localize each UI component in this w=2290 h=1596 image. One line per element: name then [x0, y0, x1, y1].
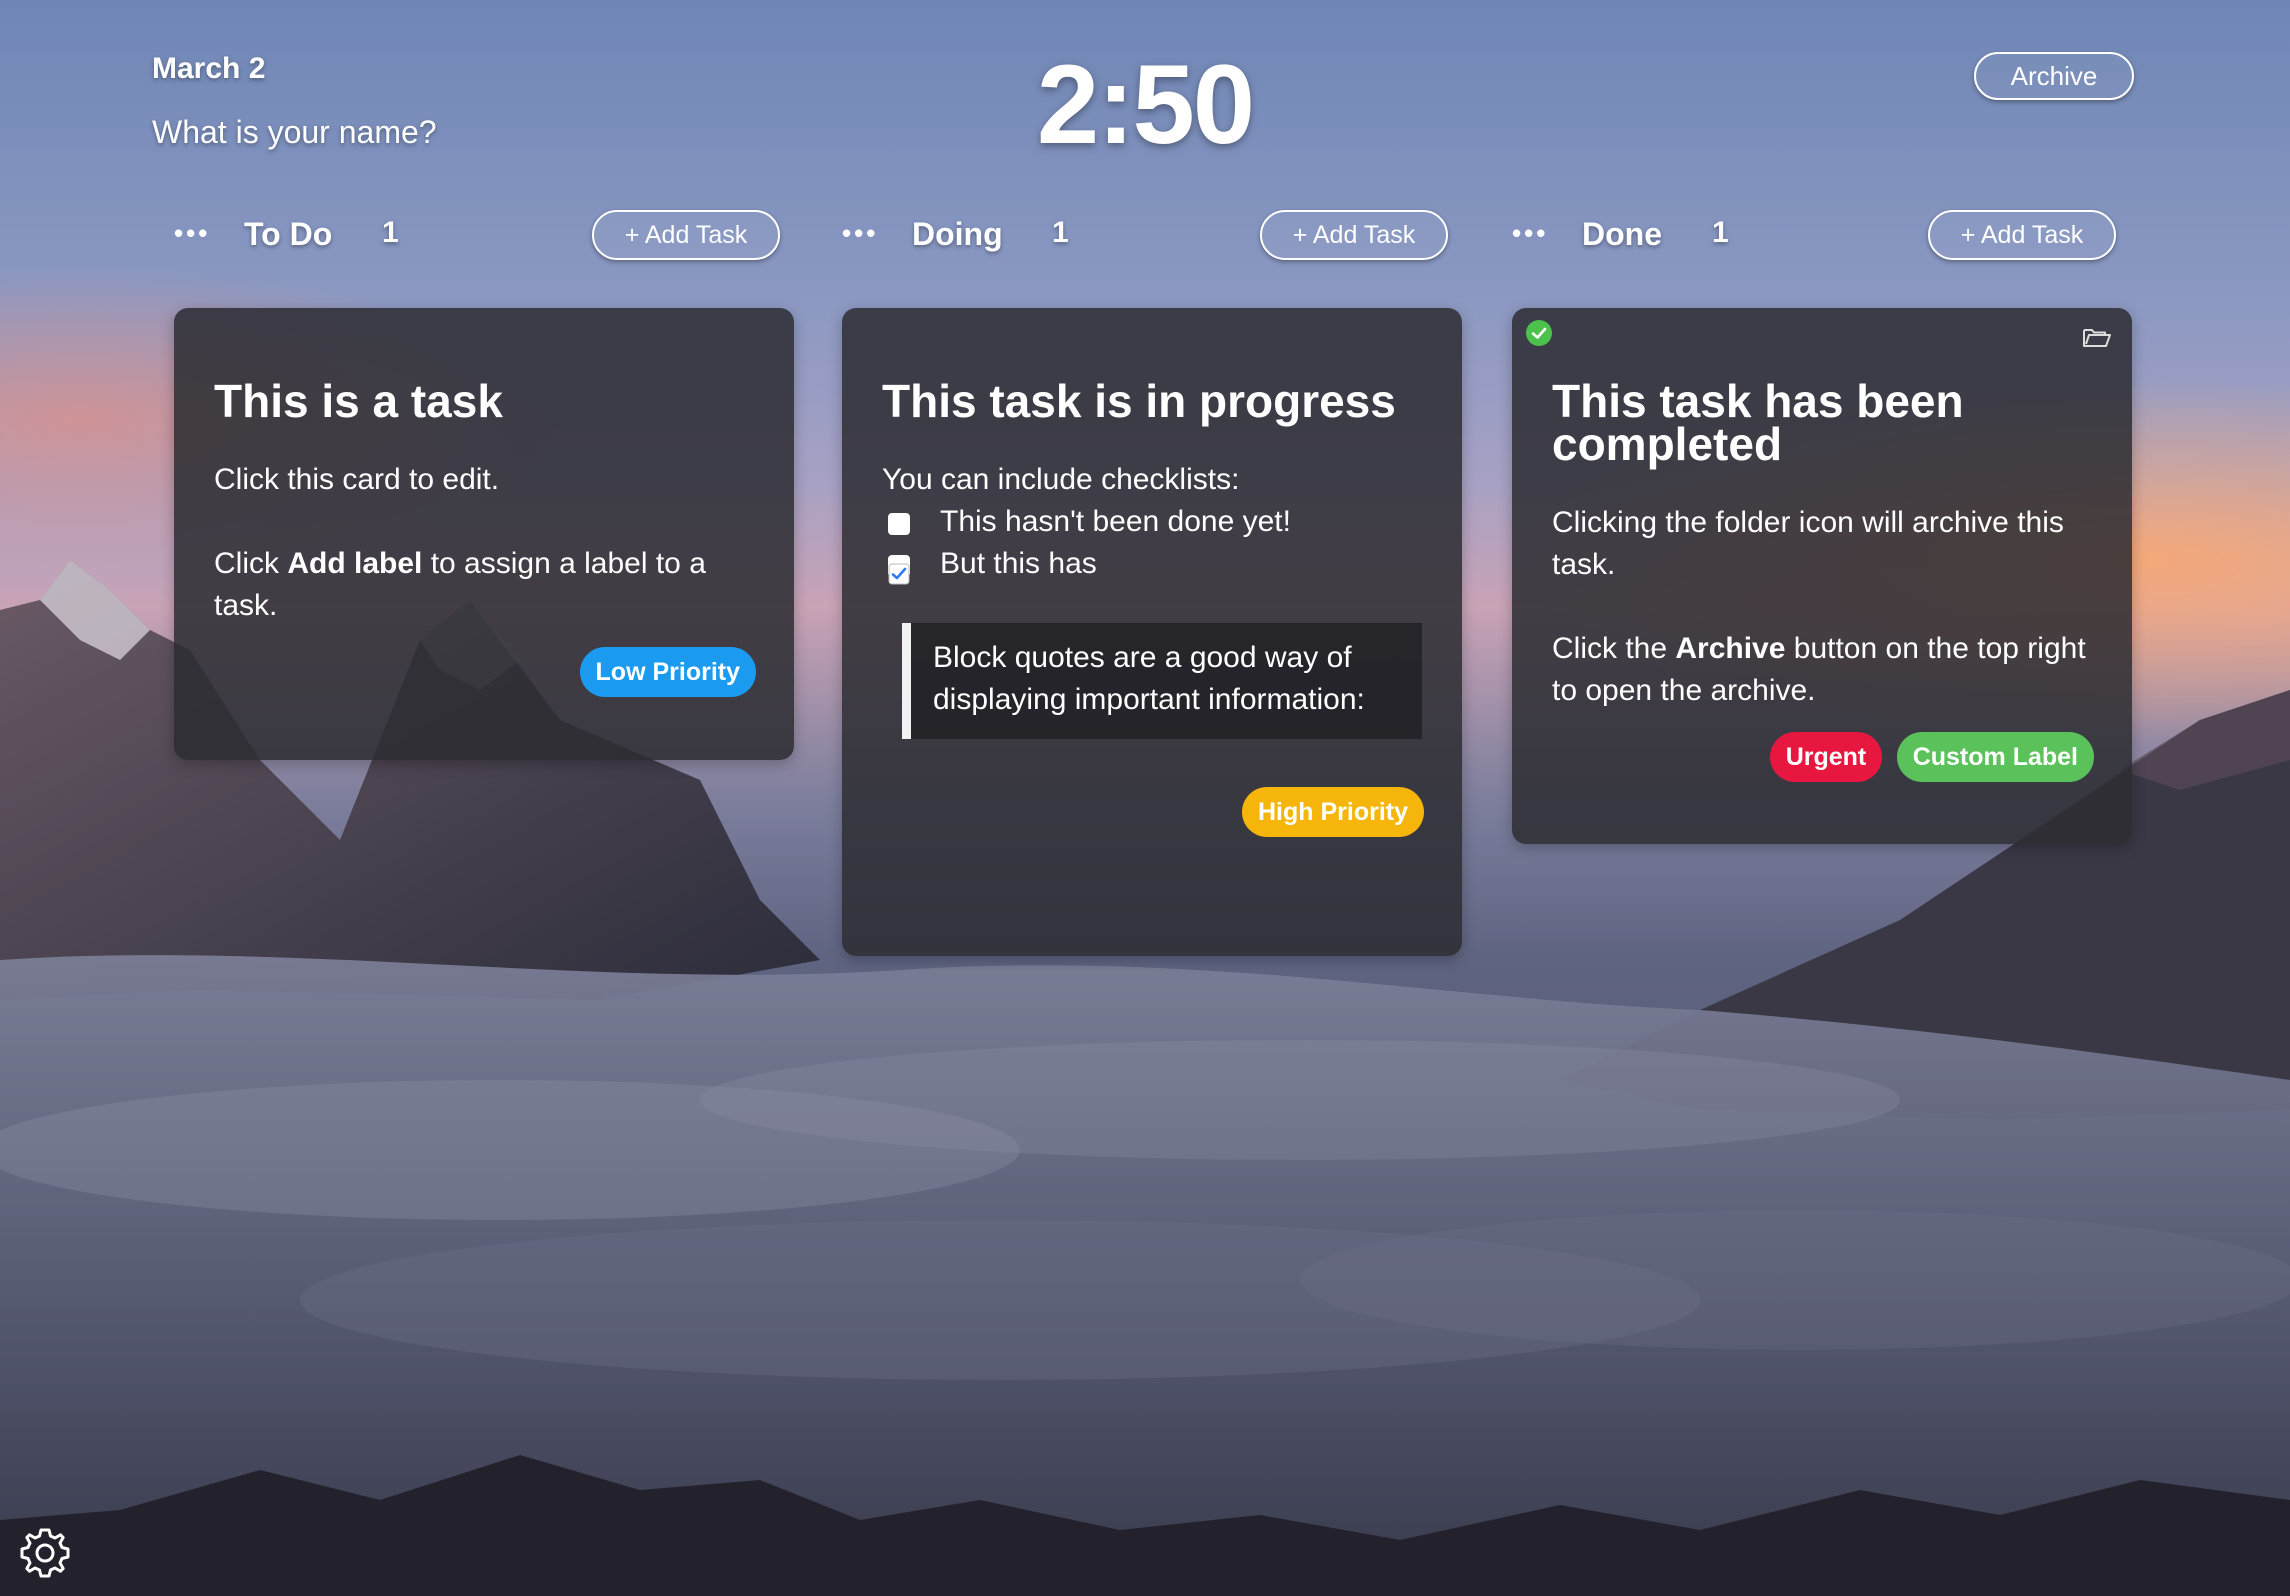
label-urgent[interactable]: Urgent: [1769, 732, 1883, 782]
add-task-button[interactable]: + Add Task: [1260, 210, 1448, 260]
card-text: Clicking the folder icon will archive th…: [1552, 506, 2064, 581]
ellipsis-icon[interactable]: •••: [1512, 218, 1548, 249]
card-title: This is a task: [214, 375, 503, 427]
task-card-todo[interactable]: This is a task Click this card to edit. …: [174, 308, 794, 760]
gear-icon[interactable]: [18, 1526, 72, 1580]
checklist-item[interactable]: But this has: [882, 543, 1422, 585]
archive-button[interactable]: Archive: [1974, 52, 2134, 100]
card-title: This task is in progress: [882, 375, 1396, 427]
column-title: Done: [1582, 216, 1662, 252]
checklist-text: But this has: [940, 547, 1097, 580]
text-run: Click: [214, 547, 288, 580]
clock: 2:50: [1036, 42, 1255, 167]
label-custom[interactable]: Custom Label: [1896, 732, 2094, 782]
column-count: 1: [1052, 216, 1069, 249]
ellipsis-icon[interactable]: •••: [842, 218, 878, 249]
checkbox-checked[interactable]: [888, 555, 910, 585]
ellipsis-icon[interactable]: •••: [174, 218, 210, 249]
column-count: 1: [1712, 216, 1729, 249]
column-header-todo: ••• To Do 1 + Add Task: [174, 210, 794, 260]
task-card-doing[interactable]: This task is in progress You can include…: [842, 308, 1462, 956]
column-header-done: ••• Done 1 + Add Task: [1512, 210, 2132, 260]
date-display: March 2: [152, 52, 266, 85]
label-high-priority[interactable]: High Priority: [1241, 787, 1424, 837]
text-run: Click the: [1552, 632, 1676, 665]
column-header-doing: ••• Doing 1 + Add Task: [842, 210, 1462, 260]
bold-text: Archive: [1675, 632, 1786, 665]
block-quote: Block quotes are a good way of displayin…: [902, 623, 1422, 739]
card-text: Click Add label to assign a label to a t…: [214, 543, 754, 627]
check-circle-icon: [1526, 320, 1552, 346]
add-task-button[interactable]: + Add Task: [592, 210, 780, 260]
card-text: Click this card to edit.: [214, 463, 500, 496]
label-row: Low Priority: [214, 647, 756, 697]
column-title: Doing: [912, 216, 1003, 252]
column-title: To Do: [244, 216, 333, 252]
checkmark-icon: [888, 563, 910, 585]
label-row: Urgent Custom Label: [1552, 732, 2094, 782]
card-text: You can include checklists:: [882, 463, 1240, 496]
folder-open-icon[interactable]: [2082, 326, 2112, 350]
bold-text: Add label: [287, 547, 423, 580]
label-low-priority[interactable]: Low Priority: [579, 647, 756, 697]
checkbox-unchecked[interactable]: [888, 513, 910, 535]
checklist-item[interactable]: This hasn't been done yet!: [882, 501, 1422, 543]
column-count: 1: [382, 216, 399, 249]
checklist-text: This hasn't been done yet!: [940, 505, 1291, 538]
name-prompt[interactable]: What is your name?: [152, 114, 437, 151]
add-task-button[interactable]: + Add Task: [1928, 210, 2116, 260]
task-card-done[interactable]: This task has been completed Clicking th…: [1512, 308, 2132, 844]
label-row: High Priority: [882, 787, 1424, 837]
card-title: This task has been completed: [1552, 375, 1964, 470]
card-text: Click the Archive button on the top righ…: [1552, 628, 2092, 712]
